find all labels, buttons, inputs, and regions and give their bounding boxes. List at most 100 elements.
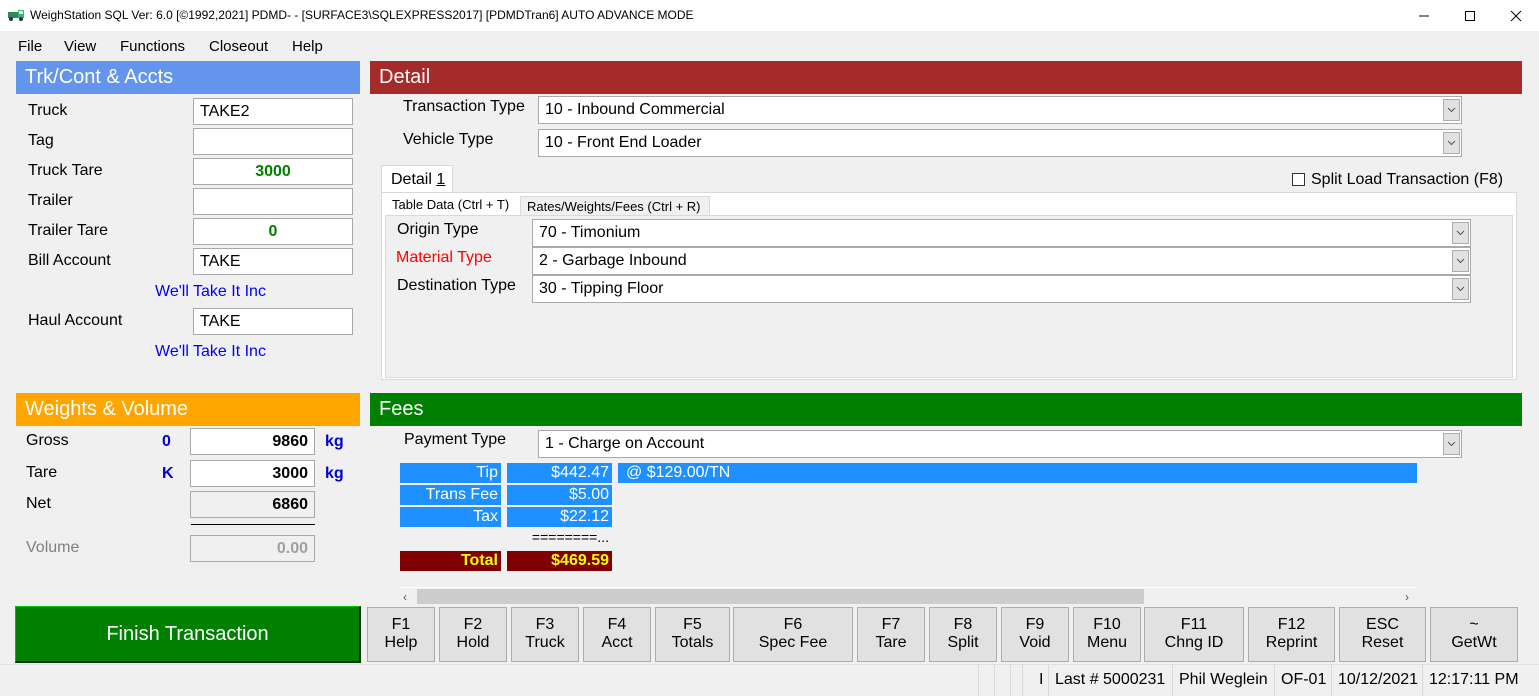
fkey-action: Acct — [601, 634, 633, 651]
fkey-label: F7 — [881, 616, 901, 633]
fees-scrollbar[interactable]: ‹ › — [400, 587, 1417, 604]
gross-field[interactable]: 9860 — [190, 428, 315, 455]
scroll-left-icon[interactable]: ‹ — [403, 590, 407, 604]
chevron-down-icon[interactable] — [1443, 132, 1460, 154]
bill-account-name[interactable]: We'll Take It Inc — [155, 283, 266, 301]
status-user: Phil Weglein — [1172, 665, 1274, 696]
esc-reset-button[interactable]: ESC Reset — [1339, 607, 1426, 662]
f12-reprint-button[interactable]: F12 Reprint — [1248, 607, 1335, 662]
minimize-button[interactable] — [1401, 0, 1447, 31]
truck-tare-label: Truck Tare — [28, 162, 103, 179]
fkey-label: F6 — [783, 616, 803, 633]
net-label: Net — [26, 495, 51, 512]
fee-amount-tip: $442.47 — [507, 463, 612, 483]
transaction-type-select[interactable]: 10 - Inbound Commercial — [538, 96, 1462, 124]
tare-label: Tare — [26, 464, 58, 481]
minimize-icon — [1419, 15, 1429, 16]
f3-truck-button[interactable]: F3 Truck — [511, 607, 579, 662]
transaction-type-label: Transaction Type — [403, 98, 525, 115]
fkey-label: F9 — [1025, 616, 1045, 633]
close-icon — [1510, 10, 1522, 21]
f4-acct-button[interactable]: F4 Acct — [583, 607, 651, 662]
menu-file[interactable]: File — [18, 38, 42, 55]
fkey-action: Split — [947, 634, 979, 651]
material-type-label: Material Type — [396, 249, 492, 266]
menu-view[interactable]: View — [64, 38, 96, 55]
fkey-action: Totals — [671, 634, 714, 651]
split-load-checkbox[interactable] — [1292, 173, 1305, 186]
scroll-right-icon[interactable]: › — [1405, 590, 1409, 604]
fee-amount-trans-fee: $5.00 — [507, 485, 612, 505]
fkey-label: ~ — [1469, 616, 1479, 633]
fkey-action: Reprint — [1265, 634, 1318, 651]
fkey-action: Void — [1019, 634, 1051, 651]
tare-unit: kg — [325, 465, 344, 482]
fkey-action: Chng ID — [1164, 634, 1224, 651]
close-button[interactable] — [1493, 0, 1539, 31]
fkey-label: F10 — [1093, 616, 1121, 633]
fee-total-label: Total — [400, 551, 501, 571]
f6-spec-fee-button[interactable]: F6 Spec Fee — [733, 607, 853, 662]
status-empty-cell — [978, 665, 994, 696]
volume-label: Volume — [26, 539, 80, 556]
fee-separator: ========... — [531, 529, 609, 545]
f8-split-button[interactable]: F8 Split — [929, 607, 997, 662]
bill-account-field[interactable]: TAKE — [193, 248, 353, 275]
trailer-tare-label: Trailer Tare — [28, 222, 109, 239]
fkey-label: F2 — [463, 616, 483, 633]
chevron-down-icon[interactable] — [1452, 278, 1469, 300]
tare-flag: K — [162, 465, 174, 482]
chevron-down-icon[interactable] — [1443, 433, 1460, 455]
vehicle-type-select[interactable]: 10 - Front End Loader — [538, 129, 1462, 157]
finish-transaction-button[interactable]: Finish Transaction — [15, 606, 361, 663]
menu-closeout[interactable]: Closeout — [209, 38, 268, 55]
scrollbar-thumb[interactable] — [417, 589, 1144, 604]
haul-account-label: Haul Account — [28, 312, 123, 329]
fee-label-tax: Tax — [400, 507, 501, 527]
payment-type-select[interactable]: 1 - Charge on Account — [538, 430, 1462, 458]
material-type-select[interactable]: 2 - Garbage Inbound — [532, 247, 1471, 275]
trailer-field[interactable] — [193, 188, 353, 215]
title-bar: WeighStation SQL Ver: 6.0 [©1992,2021] P… — [0, 0, 1539, 31]
payment-type-label: Payment Type — [404, 431, 506, 448]
status-indicator: I — [1022, 665, 1048, 696]
f2-hold-button[interactable]: F2 Hold — [439, 607, 507, 662]
truck-field[interactable]: TAKE2 — [193, 98, 353, 125]
maximize-icon — [1465, 10, 1475, 21]
fkey-action: Spec Fee — [758, 634, 828, 651]
tab-detail-1[interactable]: Detail 1 — [381, 165, 453, 193]
maximize-button[interactable] — [1447, 0, 1493, 31]
bill-account-label: Bill Account — [28, 252, 111, 269]
origin-type-select[interactable]: 70 - Timonium — [532, 219, 1471, 247]
f5-totals-button[interactable]: F5 Totals — [655, 607, 730, 662]
f10-menu-button[interactable]: F10 Menu — [1073, 607, 1141, 662]
menu-help[interactable]: Help — [292, 38, 323, 55]
haul-account-name[interactable]: We'll Take It Inc — [155, 343, 266, 361]
vehicle-type-label: Vehicle Type — [403, 131, 494, 148]
destination-type-value: 30 - Tipping Floor — [539, 280, 664, 297]
f1-help-button[interactable]: F1 Help — [367, 607, 435, 662]
f11-chng-id-button[interactable]: F11 Chng ID — [1144, 607, 1244, 662]
fee-label-tip: Tip — [400, 463, 501, 483]
subtab-table-data[interactable]: Table Data (Ctrl + T) — [385, 193, 520, 215]
fkey-label: F11 — [1180, 616, 1208, 633]
f7-tare-button[interactable]: F7 Tare — [857, 607, 925, 662]
menu-bar: File View Functions Closeout Help — [0, 31, 1539, 61]
trailer-tare-field[interactable]: 0 — [193, 218, 353, 245]
truck-tare-field[interactable]: 3000 — [193, 158, 353, 185]
fkey-action: Tare — [875, 634, 907, 651]
tare-field[interactable]: 3000 — [190, 460, 315, 487]
chevron-down-icon[interactable] — [1443, 99, 1460, 121]
chevron-down-icon[interactable] — [1452, 222, 1469, 244]
haul-account-field[interactable]: TAKE — [193, 308, 353, 335]
fkey-label: F1 — [391, 616, 411, 633]
getwt-button[interactable]: ~ GetWt — [1430, 607, 1518, 662]
fkey-label: ESC — [1366, 616, 1399, 633]
destination-type-select[interactable]: 30 - Tipping Floor — [532, 275, 1471, 303]
fee-amount-tax: $22.12 — [507, 507, 612, 527]
tag-field[interactable] — [193, 128, 353, 155]
subtab-rates-weights-fees[interactable]: Rates/Weights/Fees (Ctrl + R) — [520, 196, 710, 215]
menu-functions[interactable]: Functions — [120, 38, 185, 55]
chevron-down-icon[interactable] — [1452, 250, 1469, 272]
f9-void-button[interactable]: F9 Void — [1001, 607, 1069, 662]
